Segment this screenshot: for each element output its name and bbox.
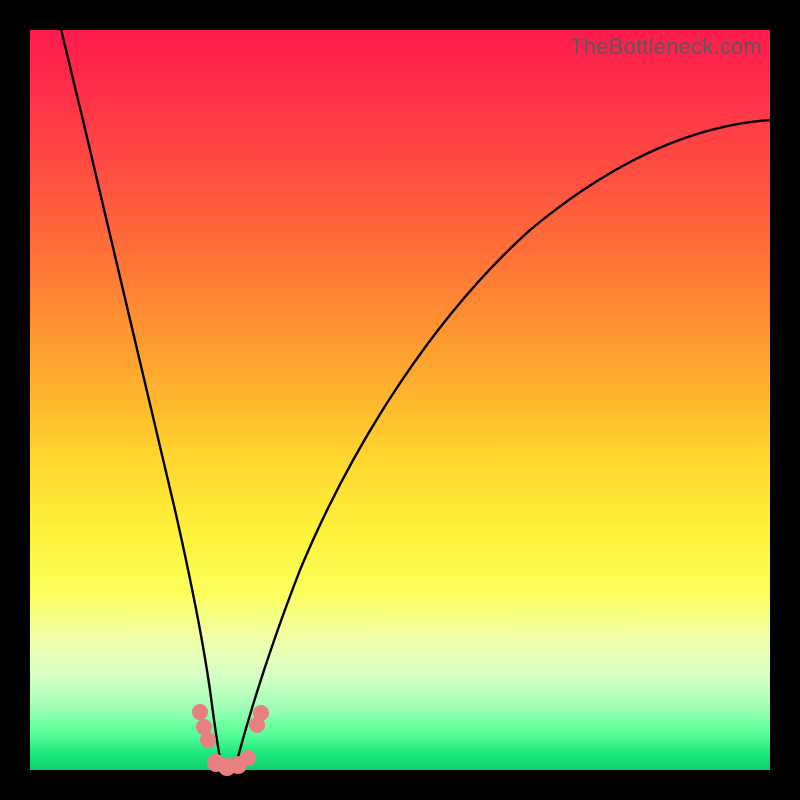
marker-dot [192, 704, 208, 720]
marker-dot [253, 705, 269, 721]
curve-left-branch [60, 25, 222, 768]
bottleneck-curve [30, 30, 770, 770]
marker-dot [240, 750, 256, 766]
chart-frame: TheBottleneck.com [0, 0, 800, 800]
marker-group [192, 704, 269, 776]
marker-dot [200, 732, 216, 748]
plot-area: TheBottleneck.com [30, 30, 770, 770]
curve-right-branch [235, 120, 770, 768]
